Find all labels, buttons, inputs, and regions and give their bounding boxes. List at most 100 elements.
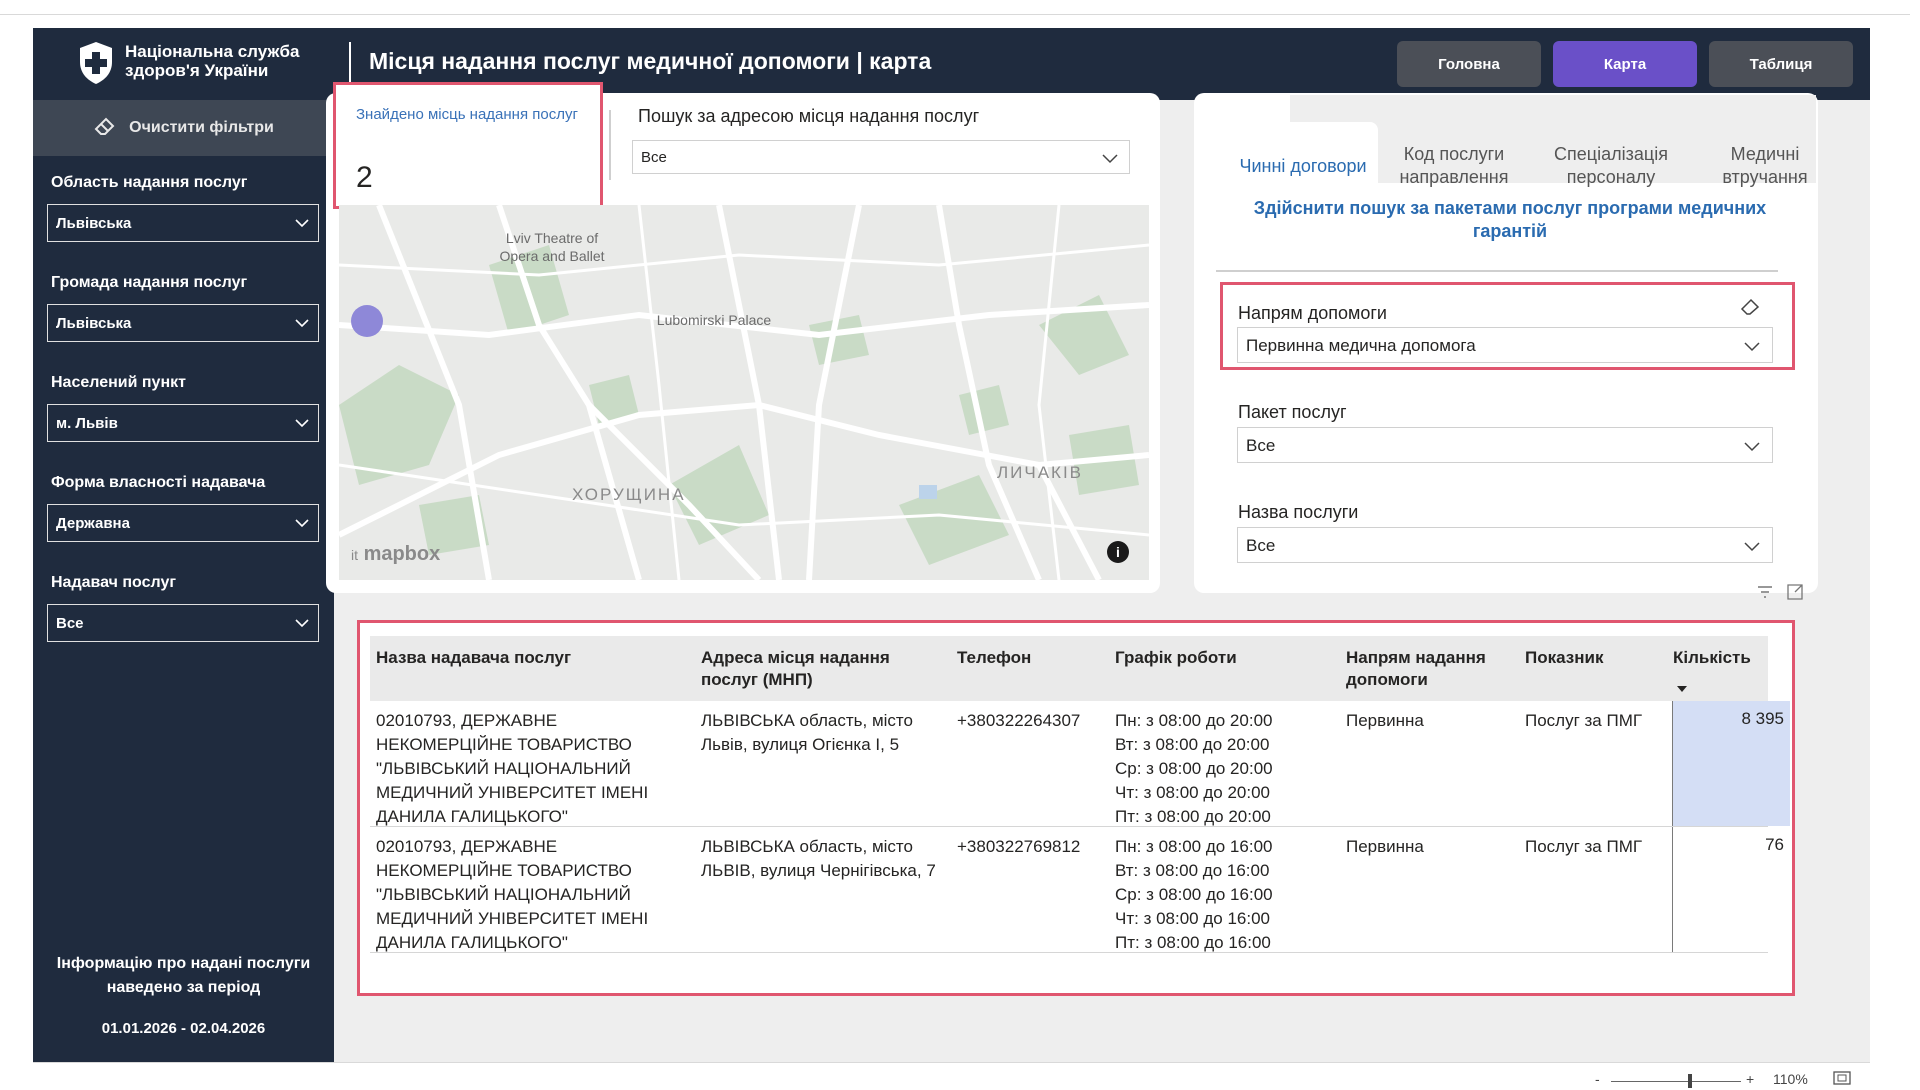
found-count-label: Знайдено місць надання послуг [356,106,578,123]
direction-filter-select[interactable]: Первинна медична допомога [1237,327,1773,363]
direction-filter-value: Первинна медична допомога [1246,336,1476,355]
community-filter-select[interactable]: Львівська [47,304,319,342]
settlement-filter-select[interactable]: м. Львів [47,404,319,442]
cell-schedule: Пн: з 08:00 до 20:00 Вт: з 08:00 до 20:0… [1115,709,1335,829]
cell-phone: +380322264307 [957,711,1081,730]
providers-table: Назва надавача послуг Адреса місця надан… [357,620,1795,996]
map-attribution-prefix: it [351,547,358,563]
zoom-in-button[interactable]: + [1746,1071,1754,1087]
cell-quantity: 76 [1672,827,1790,952]
chevron-down-icon [295,319,309,328]
quantity-value: 8 395 [1741,709,1784,728]
col-direction[interactable]: Напрям надання допомоги [1346,647,1516,691]
mapbox-logo: it mapbox [351,543,440,566]
schedule-line: Вт: з 08:00 до 16:00 [1115,861,1270,880]
cell-provider: 02010793, ДЕРЖАВНЕ НЕКОМЕРЦІЙНЕ ТОВАРИСТ… [376,837,649,952]
chevron-down-icon [295,619,309,628]
col-address[interactable]: Адреса місця надання послуг (МНП) [701,647,931,691]
package-filter-value: Все [1246,436,1276,455]
header-bar: Національна служба здоров'я України Місц… [33,28,1870,100]
schedule-line: Ср: з 08:00 до 16:00 [1115,885,1273,904]
col-phone[interactable]: Телефон [957,647,1077,669]
chevron-down-icon [295,419,309,428]
zoom-level: 110% [1773,1071,1808,1087]
cell-direction: Первинна [1346,711,1424,730]
col-provider[interactable]: Назва надавача послуг [376,647,676,669]
address-search-select[interactable]: Все [632,140,1130,174]
clear-filters-button[interactable]: Очистити фільтри [33,100,334,156]
region-filter-select[interactable]: Львівська [47,204,319,242]
period-range: 01.01.2026 - 02.04.2026 [101,1020,266,1037]
top-divider [0,14,1910,15]
zoom-out-button[interactable]: - [1595,1071,1600,1087]
zoom-slider-thumb[interactable] [1688,1074,1692,1088]
cell-provider: 02010793, ДЕРЖАВНЕ НЕКОМЕРЦІЙНЕ ТОВАРИСТ… [376,711,649,826]
location-marker[interactable] [351,305,383,337]
settlement-filter-value: м. Львів [56,415,118,432]
nav-map-button[interactable]: Карта [1553,41,1697,87]
focus-mode-icon[interactable] [1786,583,1804,603]
service-name-filter-select[interactable]: Все [1237,527,1773,563]
region-filter-value: Львівська [56,215,132,232]
col-indicator[interactable]: Показник [1525,647,1635,669]
clear-filters-label: Очистити фільтри [129,119,274,136]
chevron-down-icon [1744,442,1760,452]
map-label-theatre: Lviv Theatre of Opera and Ballet [499,230,605,264]
table-row[interactable]: 02010793, ДЕРЖАВНЕ НЕКОМЕРЦІЙНЕ ТОВАРИСТ… [370,827,1784,955]
found-count-card: Знайдено місць надання послуг 2 [333,82,603,209]
sort-desc-icon[interactable] [1677,686,1687,692]
address-search-label: Пошук за адресою місця надання послуг [638,106,980,126]
filter-sidebar: Очистити фільтри Область надання послуг … [33,100,334,1062]
package-search-link[interactable]: Здійснити пошук за пакетами послуг прогр… [1230,197,1790,243]
zoom-slider[interactable] [1611,1081,1741,1082]
page-title: Місця надання послуг медичної допомоги |… [369,48,932,74]
ownership-filter-value: Державна [56,515,130,532]
direction-filter-label: Напрям допомоги [1238,303,1387,323]
package-filter-select[interactable]: Все [1237,427,1773,463]
schedule-line: Чт: з 08:00 до 16:00 [1115,909,1270,928]
community-filter-label: Громада надання послуг [51,274,248,291]
table-grid: Назва надавача послуг Адреса місця надан… [370,636,1790,955]
package-filter-label: Пакет послуг [1238,402,1347,422]
settlement-filter-label: Населений пункт [51,374,186,391]
col-quantity[interactable]: Кількість [1673,647,1773,669]
ownership-filter-label: Форма власності надавача [51,474,266,491]
map-info-icon[interactable]: i [1107,541,1129,563]
provider-filter-select[interactable]: Все [47,604,319,642]
chevron-down-icon [1102,154,1118,164]
nav-table-button[interactable]: Таблиця [1709,41,1853,87]
community-filter-value: Львівська [56,315,132,332]
chevron-down-icon [295,519,309,528]
map-view[interactable]: Lviv Theatre of Opera and Ballet Lubomir… [339,205,1149,580]
cell-schedule: Пн: з 08:00 до 16:00 Вт: з 08:00 до 16:0… [1115,835,1335,955]
period-info-text: Інформацію про надані послуги наведено з… [56,955,311,996]
map-streets [339,205,1149,580]
cell-indicator: Послуг за ПМГ [1525,837,1643,856]
cell-quantity: 8 395 [1672,701,1790,826]
col-schedule[interactable]: Графік роботи [1115,647,1315,669]
provider-filter-value: Все [56,615,84,632]
status-bar: - + 110% [33,1062,1870,1090]
schedule-line: Пн: з 08:00 до 16:00 [1115,837,1273,856]
cell-indicator: Послуг за ПМГ [1525,711,1643,730]
nav-home-button[interactable]: Головна [1397,41,1541,87]
table-row[interactable]: 02010793, ДЕРЖАВНЕ НЕКОМЕРЦІЙНЕ ТОВАРИСТ… [370,701,1790,829]
map-label-palace: Lubomirski Palace [656,312,772,328]
org-name: Національна служба здоров'я України [125,42,300,80]
filter-icon[interactable] [1756,583,1774,603]
quantity-value: 76 [1765,835,1784,854]
address-search-value: Все [641,149,667,166]
found-count-value: 2 [356,161,373,194]
eraser-icon[interactable] [1740,297,1760,317]
header-divider [349,42,351,86]
ownership-filter-select[interactable]: Державна [47,504,319,542]
service-name-filter-label: Назва послуги [1238,502,1359,522]
panel-divider [1216,270,1778,272]
region-filter-label: Область надання послуг [51,174,248,191]
mapbox-brand: mapbox [363,543,441,565]
card-divider [609,110,611,180]
schedule-line: Пт: з 08:00 до 16:00 [1115,933,1271,952]
schedule-line: Пт: з 08:00 до 20:00 [1115,807,1271,826]
map-district-khorushchyna: ХОРУЩИНА [572,485,686,504]
chevron-down-icon [1744,542,1760,552]
